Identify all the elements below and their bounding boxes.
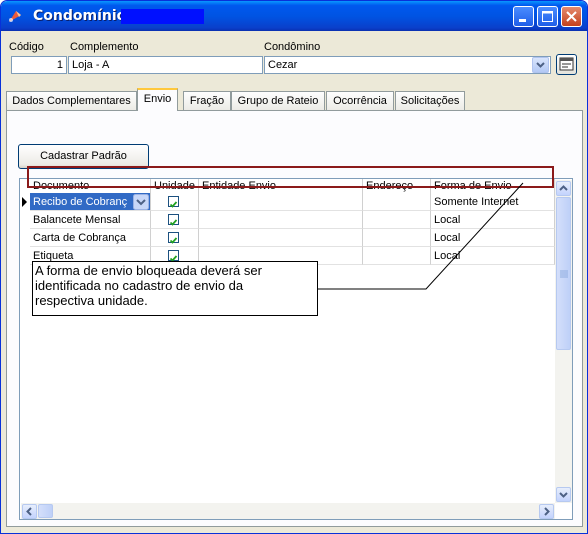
- annotation-line-2: identificada no cadastro de envio da: [35, 278, 244, 293]
- annotation-line-3: respectiva unidade.: [35, 293, 148, 308]
- tab-envio[interactable]: Envio: [137, 88, 178, 111]
- condominio-window: Condomínio : Código Complemento Condômin…: [0, 0, 588, 534]
- annotation-line-1: A forma de envio bloqueada deverá ser: [35, 263, 262, 278]
- annotation-note: A forma de envio bloqueada deverá ser id…: [32, 261, 318, 316]
